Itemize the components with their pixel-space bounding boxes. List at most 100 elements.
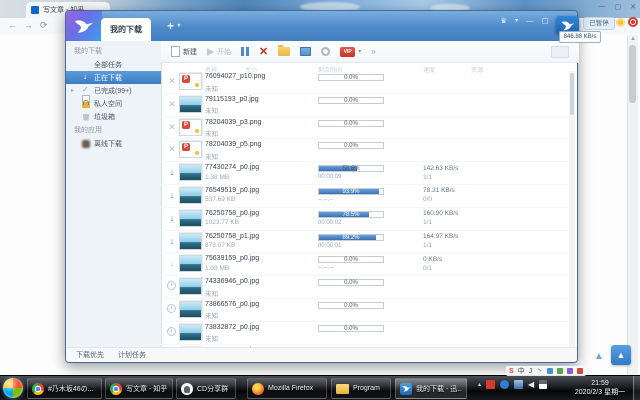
toolbar: 新建 开始 ✕ VIP ▾ » — [161, 41, 579, 63]
list-scrollbar[interactable] — [569, 71, 575, 348]
delete-button[interactable]: ✕ — [259, 47, 268, 57]
start-button[interactable] — [3, 378, 23, 398]
tray-security-icon[interactable] — [486, 380, 495, 389]
sogou-item[interactable]: J — [529, 367, 533, 376]
row-state-icon[interactable] — [167, 99, 177, 109]
download-row[interactable]: 78204039_p5.png 未知 0.0% — [161, 139, 573, 162]
sogou-item[interactable]: 丶 — [536, 367, 543, 376]
new-tab-button[interactable]: + ▾ — [167, 19, 180, 33]
row-state-icon[interactable] — [167, 236, 177, 246]
sogou-tool-icon[interactable] — [547, 368, 553, 374]
tray-volume-icon[interactable]: ◀ — [528, 380, 534, 389]
browser-close-button[interactable]: ✕ — [630, 3, 636, 11]
download-row[interactable]: 76250758_p0.jpg 1023.77 KB 78.5% 00:00:0… — [161, 208, 573, 231]
sidebar-item-trash[interactable]: 垃圾箱 — [66, 110, 161, 123]
download-row[interactable]: 75639159_p0.jpg 1.03 MB 0.0% --:--:-- 0 … — [161, 253, 573, 276]
record-icon[interactable] — [628, 17, 638, 27]
vip-crown-icon[interactable]: ♛ — [500, 16, 507, 26]
sidebar-item-downloading[interactable]: 正在下载 — [66, 71, 161, 84]
paused-badge[interactable]: 已暂停 — [583, 17, 615, 30]
vip-button[interactable]: VIP — [340, 47, 355, 57]
taskbar-button-label: Mozilla Firefox — [268, 385, 313, 392]
maximize-button[interactable]: ▢ — [542, 16, 549, 26]
row-state-icon[interactable] — [167, 76, 177, 86]
file-size: 1.38 MB — [205, 174, 229, 181]
browser-minimize-button[interactable]: — — [599, 3, 606, 11]
sogou-keyboard-icon[interactable] — [577, 368, 583, 374]
chevron-down-icon[interactable]: ▾ — [177, 23, 180, 29]
sidebar-section-downloads: 我的下载 — [74, 46, 102, 56]
download-row[interactable]: 76250758_p1.jpg 878.07 KB 89.2% 00:00:01… — [161, 231, 573, 254]
taskbar-firefox-button[interactable]: Mozilla Firefox — [247, 378, 327, 399]
download-row[interactable]: 73832872_p0.jpg 未知 0.0% — [161, 322, 573, 345]
back-icon[interactable]: ← — [8, 20, 17, 30]
forward-icon[interactable]: → — [24, 20, 33, 30]
file-thumbnail — [179, 324, 202, 341]
back-to-top-small-icon[interactable]: ▲ — [594, 351, 604, 362]
taskbar-thunder-button[interactable]: 我的下载 - 迅... — [395, 378, 467, 399]
row-state-icon[interactable] — [167, 144, 177, 154]
tray-bluetooth-icon[interactable] — [500, 380, 509, 389]
row-state-icon[interactable] — [167, 213, 177, 223]
notification-icon[interactable] — [616, 18, 625, 27]
progress-bar: 58.6% — [318, 165, 384, 172]
more-tools-icon[interactable]: » — [371, 47, 375, 56]
download-row[interactable]: 76094027_p10.png 未知 0.0% — [161, 71, 573, 94]
pause-button[interactable] — [241, 47, 249, 56]
row-state-icon[interactable] — [167, 281, 176, 290]
download-row[interactable]: 77430274_p0.jpg 1.38 MB 58.6% 00:00:09 1… — [161, 162, 573, 185]
scroll-up-icon[interactable]: ▲ — [630, 36, 636, 42]
download-row[interactable]: 79115193_p0.jpg 未知 0.0% — [161, 94, 573, 117]
sidebar-item-private-space[interactable]: 私人空间 — [66, 97, 161, 110]
row-state-icon[interactable] — [167, 304, 176, 313]
minimize-button[interactable]: — — [526, 16, 534, 26]
sidebar-item-completed[interactable]: 已完成(99+) — [66, 84, 161, 97]
tray-signal-icon[interactable] — [539, 380, 547, 389]
chevron-down-icon[interactable]: ▾ — [515, 16, 518, 26]
download-row[interactable]: 78204039_p3.png 未知 0.0% — [161, 117, 573, 140]
download-row[interactable]: 74336946_p0.jpg 未知 0.0% — [161, 276, 573, 299]
back-to-top-button[interactable]: ▲ — [611, 345, 631, 365]
file-size: 未知 — [205, 105, 218, 115]
row-state-icon[interactable] — [167, 327, 176, 336]
download-priority-link[interactable]: 下载优先 — [76, 350, 104, 360]
row-state-icon[interactable] — [167, 122, 177, 132]
row-state-icon[interactable] — [167, 258, 177, 268]
taskbar-chrome2-button[interactable]: 写文章 - 知乎 _ — [105, 378, 173, 399]
sogou-mode[interactable]: 中 — [518, 367, 525, 376]
row-state-icon[interactable] — [167, 190, 177, 200]
new-task-label: 新建 — [183, 47, 197, 57]
taskbar-qq-group-button[interactable]: CD分享群 — [176, 378, 236, 399]
tray-expand-icon[interactable]: ▴ — [478, 381, 481, 388]
tray-network-icon[interactable] — [514, 380, 523, 389]
scrollbar-thumb[interactable] — [629, 45, 636, 103]
open-folder-button[interactable] — [278, 47, 290, 56]
taskbar-chrome1-button[interactable]: #乃木坂46の... — [27, 378, 102, 399]
sogou-tool-icon[interactable] — [557, 368, 563, 374]
settings-gear-icon[interactable] — [321, 47, 330, 56]
sogou-input-bar: S 中 J 丶 — [506, 366, 586, 376]
start-button[interactable]: 开始 — [207, 47, 231, 57]
new-task-button[interactable]: 新建 — [171, 46, 197, 57]
batch-panel-icon[interactable] — [551, 46, 569, 58]
panel-button[interactable] — [300, 47, 311, 56]
browser-maximize-button[interactable]: ▢ — [615, 3, 622, 11]
download-row[interactable]: 76549519_p0.jpg 537.69 KB 93.9% --:--:--… — [161, 185, 573, 208]
taskbar-clock[interactable]: 21:59 2020/2/3 星期一 — [572, 379, 628, 397]
scheduled-tasks-link[interactable]: 计划任务 — [118, 350, 146, 360]
row-state-icon[interactable] — [167, 167, 177, 177]
sidebar-item-all-tasks[interactable]: 全部任务 — [66, 58, 161, 71]
download-row[interactable]: 73866576_p0.jpg 未知 0.0% — [161, 299, 573, 322]
sogou-logo[interactable]: S — [509, 367, 514, 376]
file-thumbnail — [179, 73, 202, 90]
tab-my-downloads[interactable]: 我的下载 — [101, 18, 151, 41]
sidebar-item-offline-download[interactable]: 离线下载 — [66, 137, 161, 150]
browser-scrollbar[interactable]: ▲ — [627, 35, 638, 375]
taskbar-folder-button[interactable]: Program — [331, 378, 391, 399]
show-desktop-button[interactable] — [633, 376, 640, 400]
chevron-down-icon[interactable]: ▾ — [358, 48, 361, 55]
sogou-tool-icon[interactable] — [567, 368, 573, 374]
scrollbar-thumb[interactable] — [570, 73, 574, 115]
refresh-icon[interactable]: ⟳ — [40, 20, 48, 31]
sidebar-item-label: 离线下载 — [94, 139, 122, 149]
